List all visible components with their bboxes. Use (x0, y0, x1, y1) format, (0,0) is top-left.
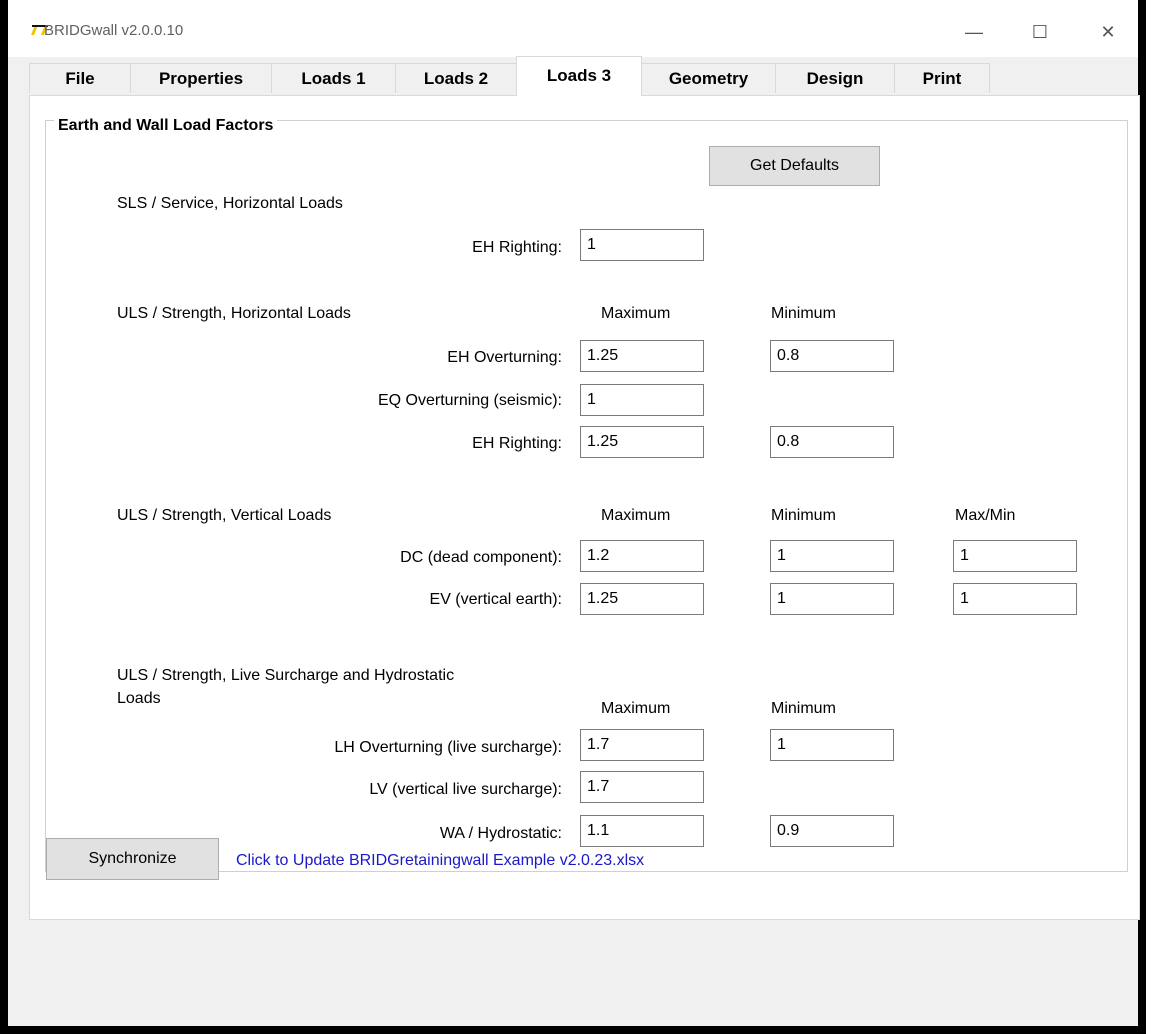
eh-overturning-max-input[interactable] (580, 340, 704, 372)
uls-vertical-maxmin-header: Max/Min (955, 507, 1016, 524)
group-title: Earth and Wall Load Factors (54, 117, 278, 135)
tab-geometry[interactable]: Geometry (641, 63, 776, 93)
close-icon[interactable]: ✕ (1088, 14, 1128, 50)
ev-min-input[interactable] (770, 583, 894, 615)
uls-live-heading-line1: ULS / Strength, Live Surcharge and Hydro… (117, 667, 455, 684)
footer-area (8, 920, 1138, 1026)
maximize-icon[interactable]: ☐ (1020, 14, 1060, 50)
ev-max-input[interactable] (580, 583, 704, 615)
dc-max-input[interactable] (580, 540, 704, 572)
uls-live-min-header: Minimum (771, 700, 836, 717)
tab-file[interactable]: File (29, 63, 131, 93)
window-title: BRIDGwall v2.0.0.10 (44, 22, 184, 39)
tab-loads-3[interactable]: Loads 3 (516, 56, 642, 96)
uls-live-max-header: Maximum (601, 700, 671, 717)
lv-label: LV (vertical live surcharge): (369, 781, 562, 798)
uls-horizontal-max-header: Maximum (601, 305, 671, 322)
ev-maxmin-input[interactable] (953, 583, 1077, 615)
lv-max-input[interactable] (580, 771, 704, 803)
eh-overturning-min-input[interactable] (770, 340, 894, 372)
uls-horizontal-heading: ULS / Strength, Horizontal Loads (117, 305, 351, 322)
dc-min-input[interactable] (770, 540, 894, 572)
uls-horizontal-min-header: Minimum (771, 305, 836, 322)
tab-properties[interactable]: Properties (130, 63, 272, 93)
tab-loads-2[interactable]: Loads 2 (395, 63, 517, 93)
tab-design[interactable]: Design (775, 63, 895, 93)
uls-vertical-min-header: Minimum (771, 507, 836, 524)
minimize-icon[interactable]: — (954, 14, 994, 50)
wa-max-input[interactable] (580, 815, 704, 847)
ev-label: EV (vertical earth): (429, 591, 562, 608)
uls-eh-righting-max-input[interactable] (580, 426, 704, 458)
synchronize-button[interactable]: Synchronize (46, 838, 219, 880)
wa-min-input[interactable] (770, 815, 894, 847)
eq-overturning-label: EQ Overturning (seismic): (377, 392, 562, 409)
uls-eh-righting-min-input[interactable] (770, 426, 894, 458)
eh-overturning-label: EH Overturning: (447, 349, 562, 366)
update-workbook-link[interactable]: Click to Update BRIDGretainingwall Examp… (236, 852, 644, 870)
uls-live-heading-line2: Loads (117, 690, 161, 707)
lh-overturning-min-input[interactable] (770, 729, 894, 761)
lh-overturning-max-input[interactable] (580, 729, 704, 761)
tab-loads-1[interactable]: Loads 1 (271, 63, 396, 93)
dc-label: DC (dead component): (400, 549, 562, 566)
sls-horizontal-heading: SLS / Service, Horizontal Loads (117, 195, 343, 212)
dc-maxmin-input[interactable] (953, 540, 1077, 572)
lh-overturning-label: LH Overturning (live surcharge): (334, 739, 562, 756)
uls-vertical-heading: ULS / Strength, Vertical Loads (117, 507, 332, 524)
sls-eh-righting-input[interactable] (580, 229, 704, 261)
uls-vertical-max-header: Maximum (601, 507, 671, 524)
uls-eh-righting-label: EH Righting: (472, 435, 562, 452)
tab-print[interactable]: Print (894, 63, 990, 93)
get-defaults-button[interactable]: Get Defaults (709, 146, 880, 186)
sls-eh-righting-label: EH Righting: (472, 239, 562, 256)
eq-overturning-max-input[interactable] (580, 384, 704, 416)
